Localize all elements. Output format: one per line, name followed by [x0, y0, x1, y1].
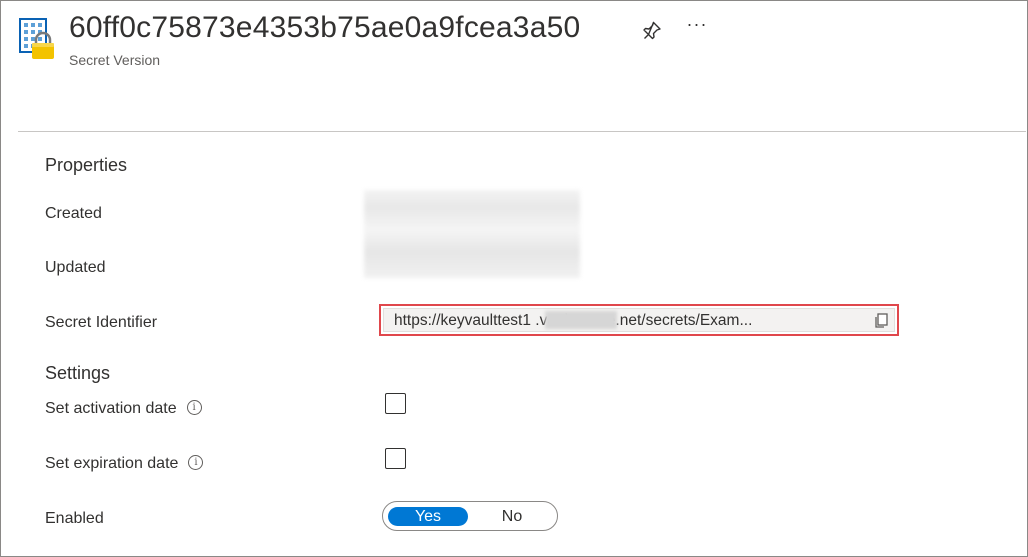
enabled-label: Enabled: [45, 510, 104, 527]
page-subtitle: Secret Version: [69, 52, 161, 68]
updated-label: Updated: [45, 259, 106, 276]
expiration-date-checkbox[interactable]: [385, 448, 406, 469]
more-options-icon[interactable]: ···: [684, 14, 710, 38]
info-icon[interactable]: i: [186, 400, 202, 416]
expiration-date-row: Set expiration date i: [45, 455, 204, 473]
page-title: 60ff0c75873e4353b75ae0a9fcea3a50: [69, 11, 581, 44]
activation-date-label: Set activation date: [45, 400, 177, 417]
expiration-date-label: Set expiration date: [45, 455, 179, 472]
header-divider: [18, 131, 1026, 132]
redacted-dates: [364, 190, 580, 278]
properties-heading: Properties: [45, 155, 128, 175]
settings-heading: Settings: [45, 363, 111, 383]
highlight-box: [379, 304, 899, 336]
enabled-toggle[interactable]: Yes No: [382, 501, 558, 531]
enabled-yes-option[interactable]: Yes: [388, 507, 468, 526]
activation-date-row: Set activation date i: [45, 400, 202, 418]
pin-icon[interactable]: [641, 19, 663, 41]
key-vault-secret-icon: [19, 18, 57, 62]
page-header: 60ff0c75873e4353b75ae0a9fcea3a50 Secret …: [0, 0, 1026, 132]
activation-date-checkbox[interactable]: [385, 393, 406, 414]
secret-identifier-label: Secret Identifier: [45, 314, 158, 331]
created-label: Created: [45, 205, 102, 222]
enabled-no-option[interactable]: No: [472, 507, 552, 526]
info-icon[interactable]: i: [188, 455, 204, 471]
